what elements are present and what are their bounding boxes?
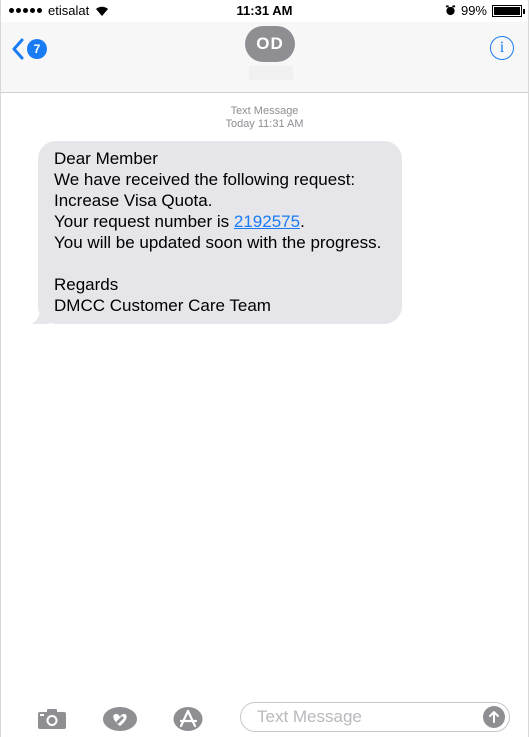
signoff-line: DMCC Customer Care Team <box>54 296 271 315</box>
app-store-icon <box>173 707 203 731</box>
contact-avatar[interactable]: OD <box>245 26 295 62</box>
send-arrow-icon <box>489 711 499 723</box>
message-input[interactable]: Text Message <box>240 702 510 732</box>
back-button[interactable]: 7 <box>11 38 47 60</box>
signoff-line: Regards <box>54 275 119 294</box>
message-line: You will be updated soon with the progre… <box>54 233 382 252</box>
message-type-label: Text Message <box>230 105 299 117</box>
alarm-icon <box>445 5 456 16</box>
unread-count-badge: 7 <box>27 39 47 59</box>
back-chevron-icon <box>12 38 24 60</box>
bubble-tail <box>31 308 49 324</box>
request-number-suffix: . <box>300 212 305 231</box>
composer-toolbar: Text Message <box>1 695 528 737</box>
send-button[interactable] <box>483 706 505 728</box>
contact-name-placeholder <box>249 66 293 80</box>
message-input-placeholder: Text Message <box>257 707 362 726</box>
conversation-header: 7 OD i <box>1 22 528 93</box>
app-store-button[interactable] <box>171 706 205 732</box>
message-line: We have received the following request: … <box>54 170 360 210</box>
camera-button[interactable] <box>35 706 69 732</box>
messages-screen: etisalat 11:31 AM 99% 7 OD i Text Messag… <box>0 0 529 737</box>
info-icon[interactable]: i <box>490 36 514 60</box>
battery-percent: 99% <box>460 3 487 18</box>
status-right: 99% <box>445 3 525 18</box>
message-line: Dear Member <box>54 149 158 168</box>
message-line: Your request number is 2192575. <box>54 211 388 232</box>
message-timestamp: Today 11:31 AM <box>225 118 304 130</box>
incoming-message-bubble[interactable]: Dear Member We have received the followi… <box>31 141 402 324</box>
digital-touch-heart-icon <box>103 707 137 731</box>
status-bar: etisalat 11:31 AM 99% <box>1 0 528 22</box>
request-number-link[interactable]: 2192575 <box>234 212 300 231</box>
request-number-prefix: Your request number is <box>54 212 234 231</box>
camera-icon <box>38 709 66 729</box>
message-meta: Text Message Today 11:31 AM <box>1 105 528 131</box>
digital-touch-button[interactable] <box>101 706 139 732</box>
battery-icon <box>492 4 525 17</box>
